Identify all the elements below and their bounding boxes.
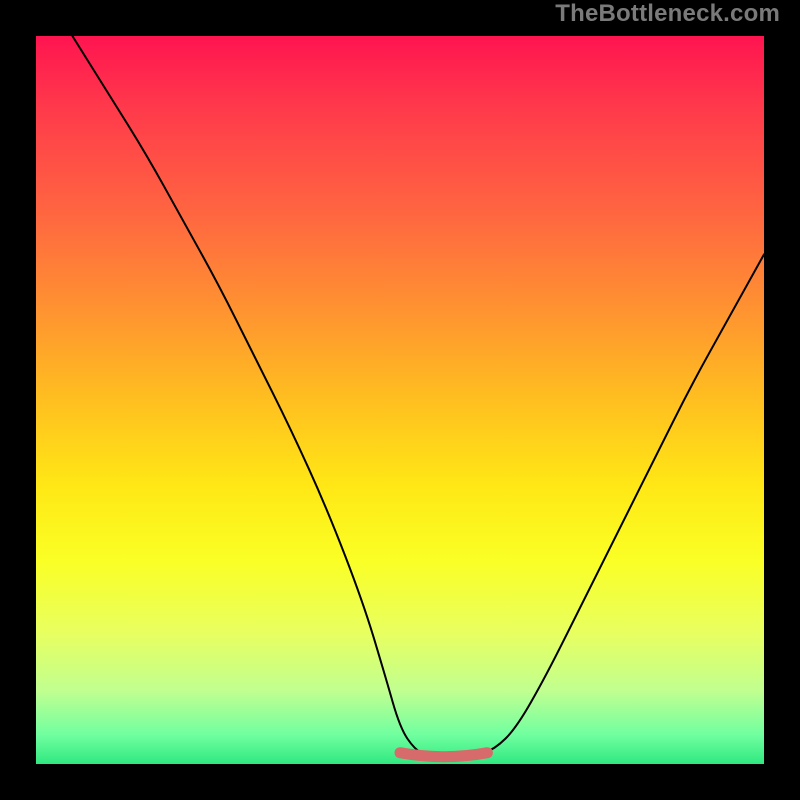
chart-frame: TheBottleneck.com [0,0,800,800]
chart-svg [36,36,764,764]
plot-area [36,36,764,764]
watermark-text: TheBottleneck.com [555,0,780,28]
curve-line [72,36,764,760]
curve-bottom-segment [400,753,487,757]
